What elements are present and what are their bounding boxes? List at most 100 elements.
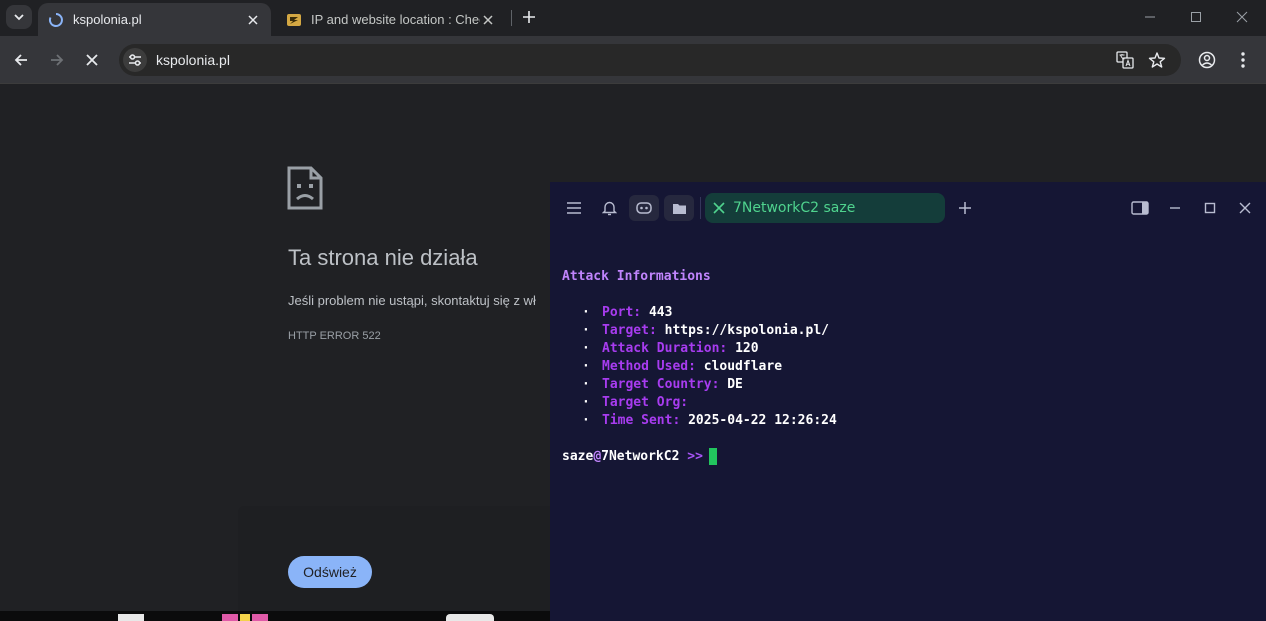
prompt-user: saze (562, 449, 594, 464)
loading-spinner-icon (48, 12, 63, 27)
item-key: Port: (602, 305, 642, 320)
close-icon (86, 54, 98, 66)
tab-separator (511, 10, 512, 26)
discord-button[interactable] (629, 195, 659, 221)
item-key: Target Org: (602, 395, 689, 410)
button-area (238, 506, 558, 611)
taskbar-item[interactable] (222, 614, 238, 621)
toggle-sidebar-button[interactable] (1125, 195, 1155, 221)
back-button[interactable] (9, 48, 33, 72)
close-icon (1236, 11, 1248, 23)
folder-icon (672, 203, 686, 214)
terminal-titlebar: 7NetworkC2 saze (550, 182, 1266, 234)
arrow-left-icon (14, 54, 27, 66)
item-key: Method Used: (602, 359, 696, 374)
forward-button[interactable] (45, 48, 69, 72)
sidebar-icon (1131, 201, 1149, 215)
item-key: Attack Duration: (602, 341, 728, 356)
item-value: cloudflare (703, 359, 783, 374)
tab-strip: kspolonia.pl IP and website location : C… (0, 0, 1266, 36)
list-item: · Target Country: DE (582, 377, 743, 392)
minimize-icon (1145, 16, 1155, 18)
taskbar-item[interactable] (446, 614, 494, 621)
desktop: kspolonia.pl IP and website location : C… (0, 0, 1266, 621)
chevron-down-icon (14, 14, 24, 21)
close-tab-icon[interactable] (713, 202, 725, 214)
tab-title: IP and website location : Check (311, 12, 480, 27)
tab-title: kspolonia.pl (73, 12, 142, 27)
taskbar-strip (0, 611, 550, 621)
hamburger-menu-button[interactable] (559, 195, 589, 221)
discord-icon (636, 202, 652, 214)
terminal-close-button[interactable] (1230, 195, 1260, 221)
maximize-icon (1191, 12, 1201, 22)
minimize-icon (1170, 207, 1180, 209)
star-icon (1148, 52, 1166, 68)
reload-button[interactable]: Odśwież (288, 556, 372, 588)
browser-toolbar: kspolonia.pl (0, 36, 1266, 84)
item-value: DE (727, 377, 743, 392)
list-item: · Target Org: (582, 395, 689, 410)
plus-icon (959, 202, 971, 214)
account-circle-icon (1198, 51, 1216, 69)
attack-info-heading: Attack Informations (562, 269, 711, 284)
list-item: · Time Sent: 2025-04-22 12:26:24 (582, 413, 837, 428)
profile-button[interactable] (1195, 48, 1219, 72)
sad-document-icon (287, 166, 323, 210)
bell-icon (601, 201, 617, 216)
list-item: · Target: https://kspolonia.pl/ (582, 323, 829, 338)
new-tab-button[interactable] (518, 6, 540, 28)
item-value: https://kspolonia.pl/ (664, 323, 829, 338)
taskbar-item[interactable] (240, 614, 250, 621)
titlebar-divider (700, 197, 701, 219)
terminal-minimize-button[interactable] (1160, 195, 1190, 221)
url-text[interactable]: kspolonia.pl (156, 52, 230, 68)
stop-loading-button[interactable] (80, 48, 104, 72)
address-bar[interactable]: kspolonia.pl (119, 44, 1181, 76)
terminal-tab-title: 7NetworkC2 saze (733, 200, 856, 216)
close-tab-icon[interactable] (245, 12, 261, 28)
item-key: Target Country: (602, 377, 720, 392)
item-value: 120 (735, 341, 759, 356)
list-item: · Attack Duration: 120 (582, 341, 759, 356)
item-key: Time Sent: (602, 413, 681, 428)
menu-icon (567, 202, 581, 214)
terminal-maximize-button[interactable] (1195, 195, 1225, 221)
prompt-at: @ (593, 449, 602, 464)
lightning-logo-icon (287, 13, 301, 26)
terminal-tab[interactable]: 7NetworkC2 saze (705, 193, 945, 223)
close-tab-icon[interactable] (480, 12, 496, 28)
new-terminal-tab-button[interactable] (950, 195, 980, 221)
command-prompt[interactable]: saze@7NetworkC2 >> (562, 448, 837, 466)
maximize-icon (1204, 202, 1216, 214)
tab-search-button[interactable] (6, 5, 32, 29)
translate-button[interactable] (1114, 50, 1136, 70)
close-window-button[interactable] (1230, 6, 1254, 28)
tab-kspolonia[interactable]: kspolonia.pl (38, 3, 271, 36)
item-value: 443 (648, 305, 673, 320)
arrow-right-icon (51, 54, 64, 66)
error-title: Ta strona nie działa (288, 245, 478, 270)
item-key: Target: (602, 323, 657, 338)
terminal-window: 7NetworkC2 saze Attack Informations · Por… (550, 182, 1266, 621)
bookmark-button[interactable] (1146, 50, 1168, 70)
more-vertical-icon (1241, 52, 1245, 68)
plus-icon (523, 11, 535, 23)
list-item: · Method Used: cloudflare (582, 359, 783, 374)
list-item: · Port: 443 (582, 305, 673, 320)
translate-icon (1116, 51, 1134, 69)
tab-ip-location[interactable]: IP and website location : Check (276, 3, 506, 36)
error-description: Jeśli problem nie ustąpi, skontaktuj się… (288, 293, 536, 308)
taskbar-item[interactable] (252, 614, 268, 621)
terminal-output[interactable]: Attack Informations · Port: 443 · Target: … (562, 268, 837, 466)
files-button[interactable] (664, 195, 694, 221)
site-info-button[interactable] (123, 48, 147, 72)
minimize-button[interactable] (1138, 6, 1162, 28)
menu-button[interactable] (1231, 48, 1255, 72)
text-cursor (708, 448, 717, 465)
maximize-button[interactable] (1184, 6, 1208, 28)
attack-info-list: · Port: 443 · Target: https://kspolonia.pl… (562, 304, 837, 430)
taskbar-item[interactable] (118, 614, 144, 621)
tune-icon (129, 54, 141, 66)
notifications-button[interactable] (594, 195, 624, 221)
